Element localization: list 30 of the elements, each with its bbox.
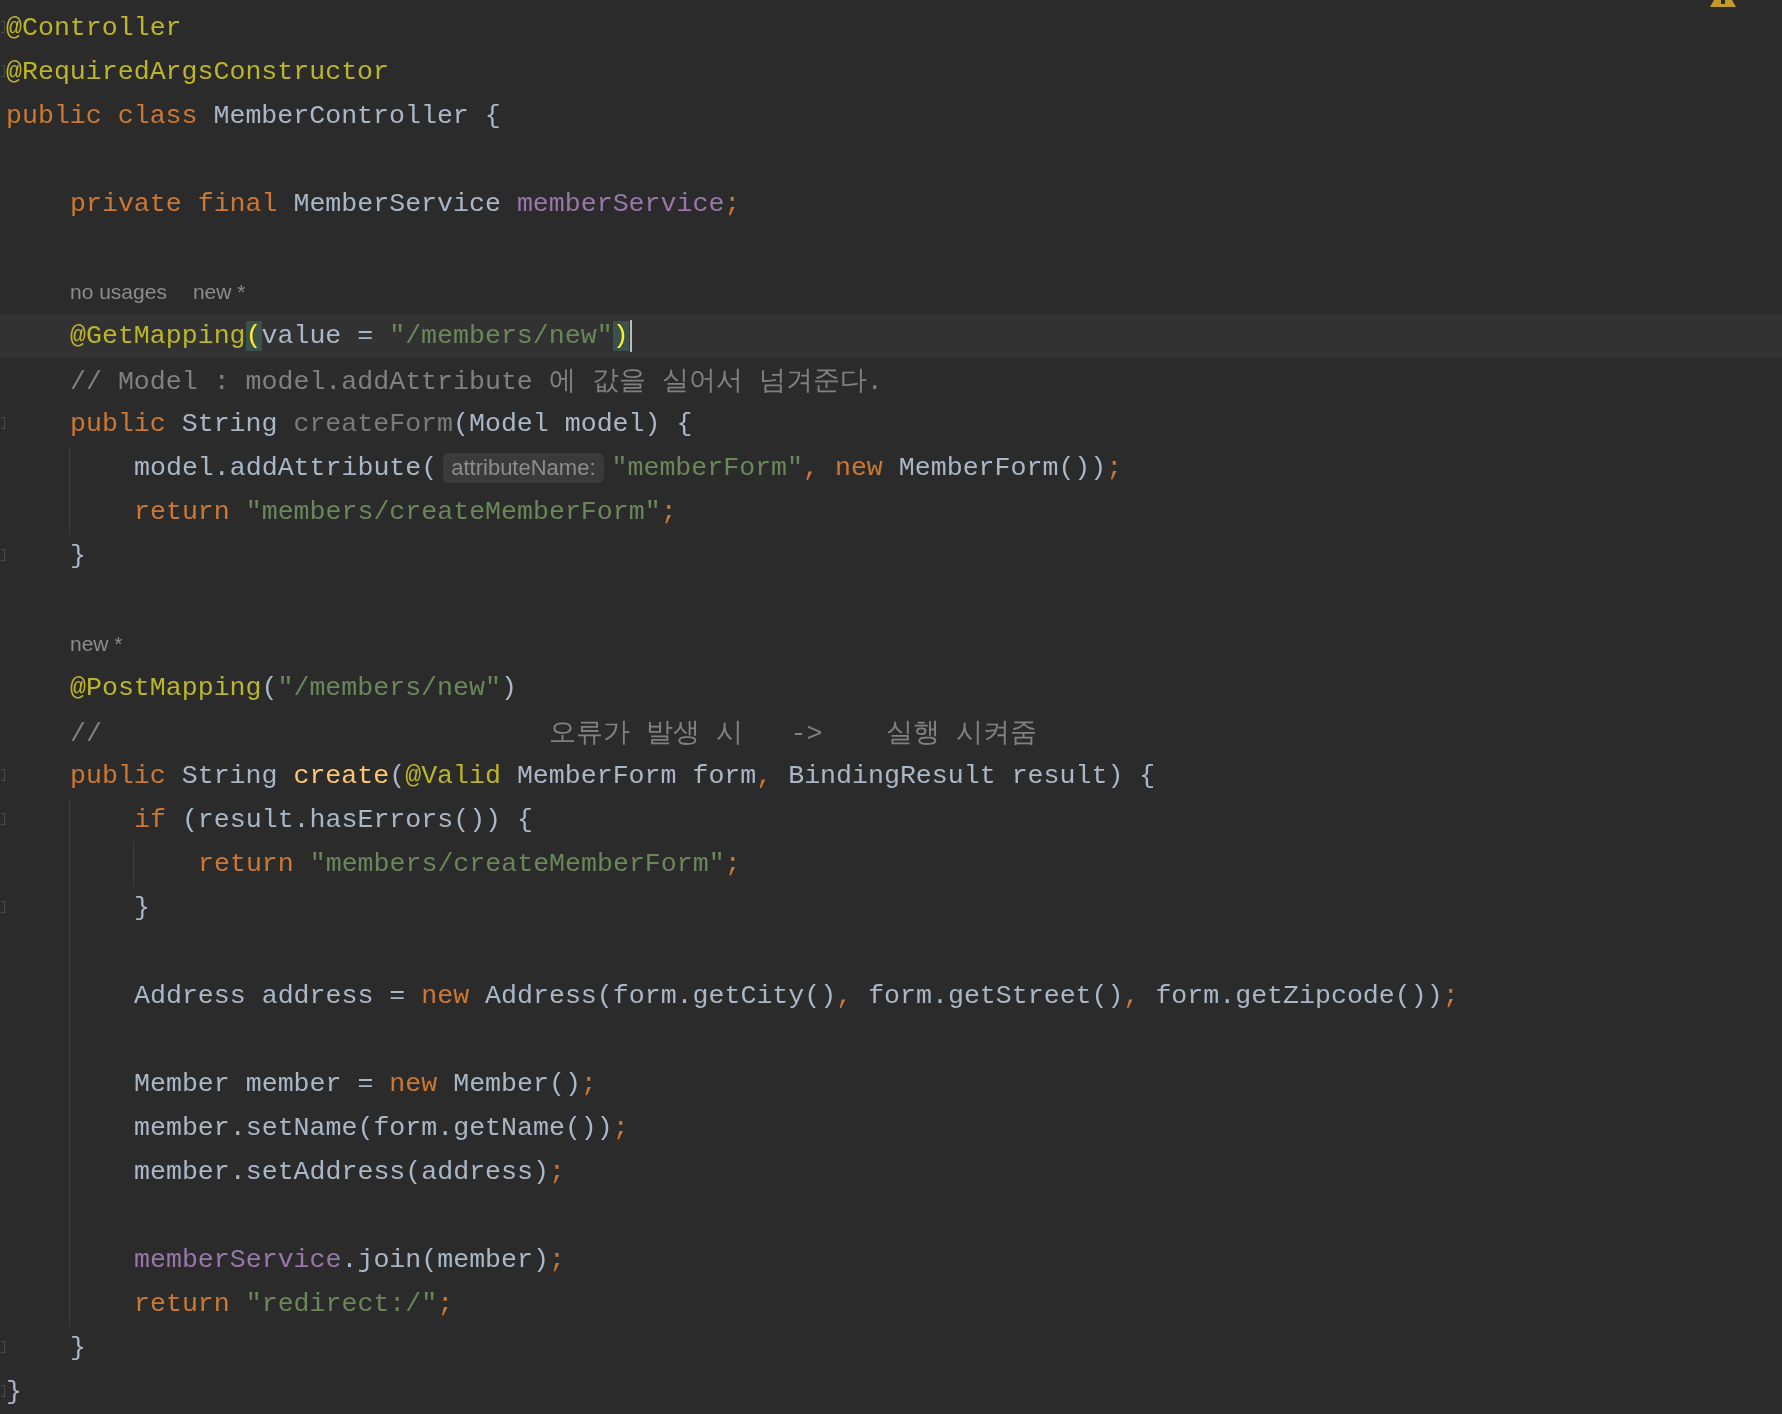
code-text: @Controller	[6, 12, 182, 45]
code-text: }	[70, 540, 86, 573]
code-text: }	[6, 1376, 22, 1409]
code-text: memberService.join(member);	[134, 1244, 565, 1277]
code-text: public String createForm(Model model) {	[70, 408, 693, 441]
code-vision-hint[interactable]: new *	[192, 280, 246, 304]
code-text: member.setName(form.getName());	[134, 1112, 629, 1145]
code-text: public String create(@Valid MemberForm form, BindingResult result) {	[70, 760, 1156, 793]
code-text: member.setAddress(address);	[134, 1156, 565, 1189]
code-vision-hint[interactable]: no usages	[70, 280, 167, 304]
parameter-hint: attributeName:	[443, 453, 604, 483]
code-text: Address address = new Address(form.getCity(), form.getStreet(), form.getZipcode());	[134, 980, 1459, 1013]
code-text: return "redirect:/";	[134, 1288, 454, 1321]
code-text: @GetMapping(value = "/members/new")	[70, 320, 629, 353]
code-comment: // Model : model.addAttribute 에 값을 실어서 넘겨준다.	[70, 366, 883, 399]
code-text: model.addAttribute(	[134, 452, 438, 485]
code-comment: // 오류가 발생 시 -> 실행 시켜줌	[70, 718, 1038, 751]
code-text: return "members/createMemberForm";	[198, 848, 741, 881]
code-text: }	[70, 1332, 86, 1365]
code-text: if (result.hasErrors()) {	[134, 804, 533, 837]
code-text: "memberForm", new MemberForm());	[611, 452, 1123, 485]
code-text: public class MemberController {	[6, 100, 501, 133]
code-text: private final MemberService memberService;	[70, 188, 741, 221]
code-text: }	[134, 892, 150, 925]
code-text: Member member = new Member();	[134, 1068, 597, 1101]
code-text: @PostMapping("/members/new")	[70, 672, 517, 705]
code-text: @RequiredArgsConstructor	[6, 56, 389, 89]
code-text: return "members/createMemberForm";	[134, 496, 677, 529]
warning-icon[interactable]	[1710, 0, 1736, 7]
code-vision-hint[interactable]: new *	[70, 632, 123, 656]
